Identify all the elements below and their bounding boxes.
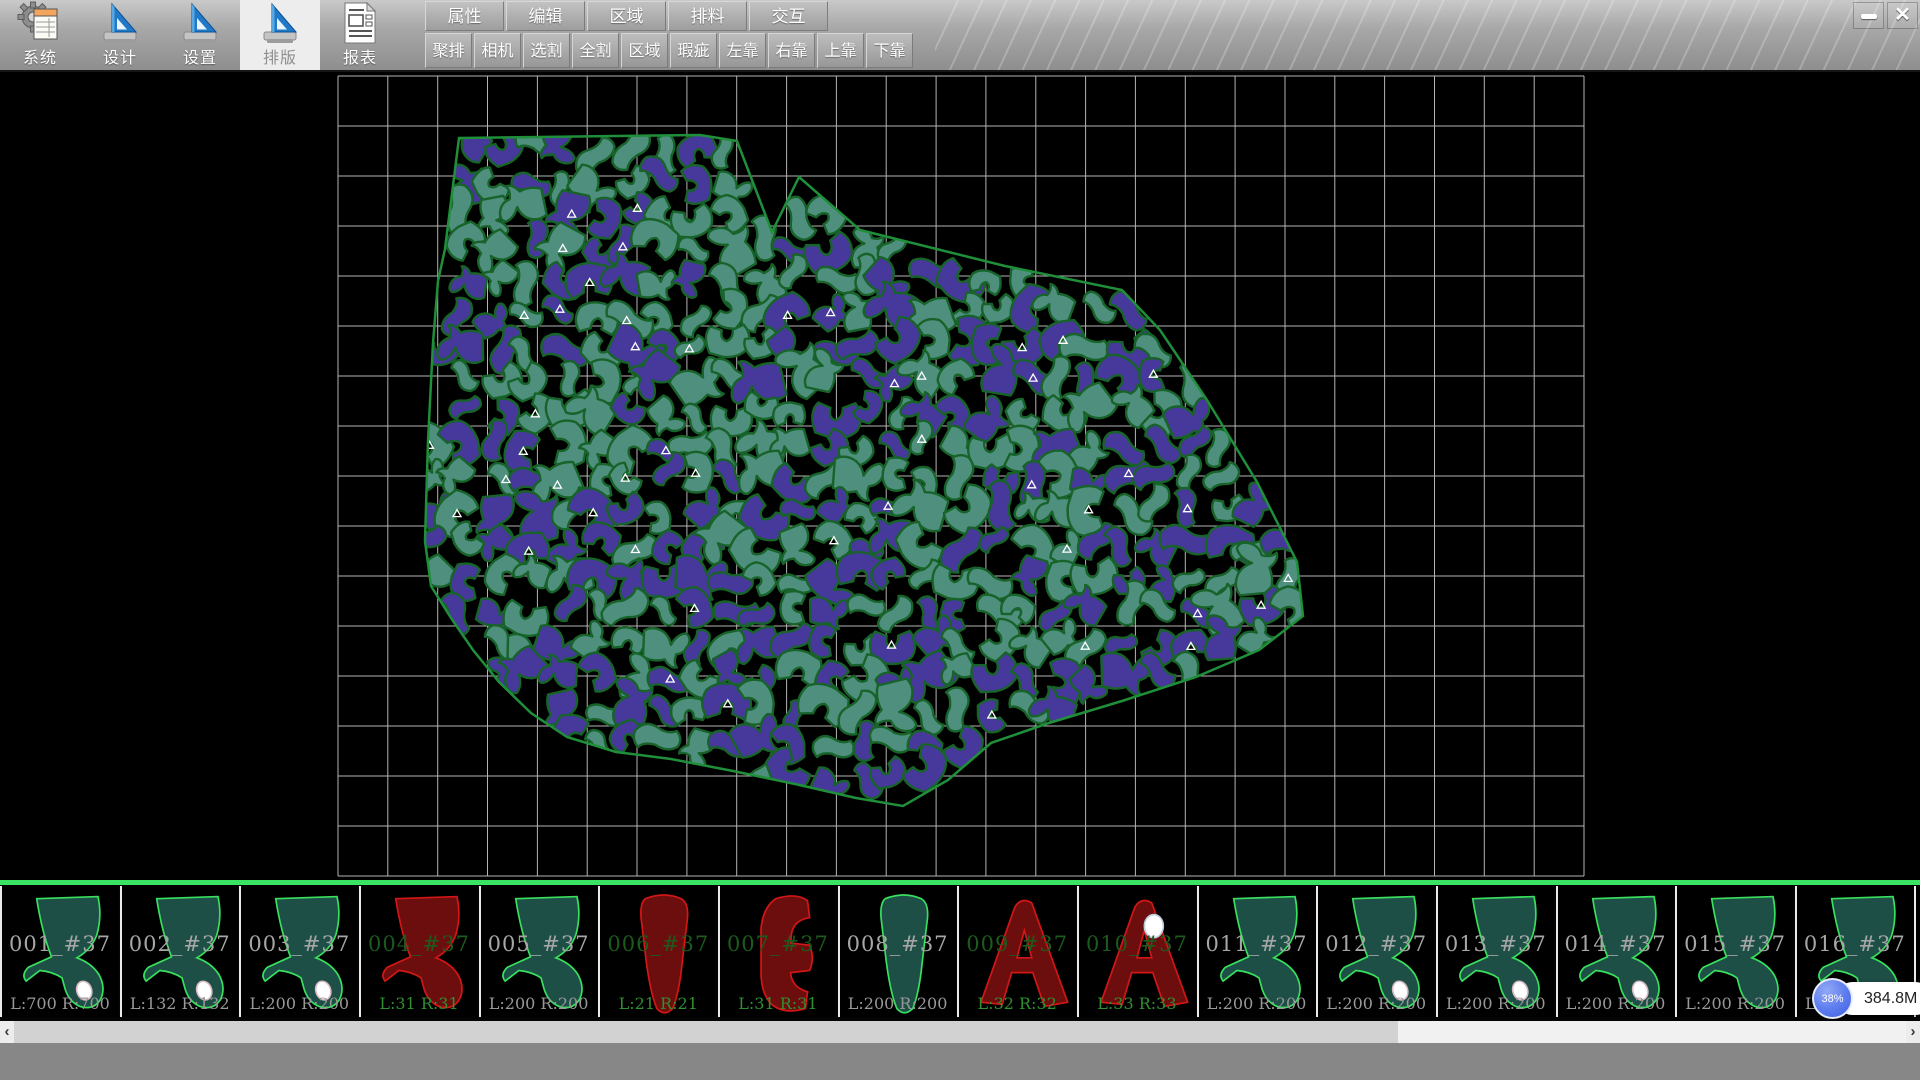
minimize-icon — [1861, 14, 1877, 19]
action-button-5[interactable]: 区域 — [621, 33, 668, 68]
piece-name: 012_#37 — [1318, 932, 1434, 956]
toolbar-hatch-texture — [935, 0, 1920, 70]
action-button-2[interactable]: 相机 — [474, 33, 521, 68]
menu-tab-4[interactable]: 排料 — [668, 1, 747, 31]
piece-name: 013_#37 — [1438, 932, 1554, 956]
menu-tab-1[interactable]: 属性 — [425, 1, 504, 31]
menu-tab-5[interactable]: 交互 — [749, 1, 828, 31]
canvas-svg — [0, 72, 1920, 880]
piece-tile-002_#37[interactable]: 002_#37 L:132 R:132 — [120, 886, 238, 1017]
piece-tile-001_#37[interactable]: 001_#37 L:700 R:700 — [0, 886, 118, 1017]
piece-count-info: L:200 R:200 — [241, 994, 357, 1013]
scroll-left-arrow-icon[interactable]: ‹ — [0, 1021, 14, 1043]
piece-tile-009_#37[interactable]: 009_#37 L:32 R:32 — [957, 886, 1075, 1017]
app-button-label: 报表 — [320, 44, 400, 68]
piece-name: 007_#37 — [720, 932, 836, 956]
app-button-label: 排版 — [240, 44, 320, 68]
piece-tile-003_#37[interactable]: 003_#37 L:200 R:200 — [239, 886, 357, 1017]
piece-name: 002_#37 — [122, 932, 238, 956]
scroll-right-arrow-icon[interactable]: › — [1906, 1021, 1920, 1043]
piece-tile-013_#37[interactable]: 013_#37 L:200 R:200 — [1436, 886, 1554, 1017]
piece-tile-007_#37[interactable]: 007_#37 L:31 R:31 — [718, 886, 836, 1017]
piece-count-info: L:132 R:132 — [122, 994, 238, 1013]
piece-tile-010_#37[interactable]: 010_#37 L:33 R:33 — [1077, 886, 1195, 1017]
piece-count-info: L:33 R:33 — [1079, 994, 1195, 1013]
action-button-7[interactable]: 左靠 — [719, 33, 766, 68]
action-button-9[interactable]: 上靠 — [817, 33, 864, 68]
progress-badge: 38% — [1812, 978, 1853, 1019]
action-button-4[interactable]: 全割 — [572, 33, 619, 68]
action-button-1[interactable]: 聚排 — [425, 33, 472, 68]
piece-name: 014_#37 — [1558, 932, 1674, 956]
piece-count-info: L:31 R:31 — [361, 994, 477, 1013]
piece-name: 001_#37 — [2, 932, 118, 956]
piece-name: 004_#37 — [361, 932, 477, 956]
app-button-1[interactable]: 系统 — [0, 0, 80, 70]
piece-tile-006_#37[interactable]: 006_#37 L:21 R:21 — [598, 886, 716, 1017]
app-button-label: 设置 — [160, 44, 240, 68]
piece-count-info: L:200 R:200 — [840, 994, 956, 1013]
piece-count-info: L:200 R:200 — [481, 994, 597, 1013]
piece-name: 005_#37 — [481, 932, 597, 956]
piece-tile-004_#37[interactable]: 004_#37 L:31 R:31 — [359, 886, 477, 1017]
piece-count-info: L:200 R:200 — [1558, 994, 1674, 1013]
piece-count-info: L:31 R:31 — [720, 994, 836, 1013]
menu-tab-row: 属性编辑区域排料交互 — [425, 1, 828, 31]
window-controls: ✕ — [1853, 2, 1918, 29]
piece-name: 011_#37 — [1199, 932, 1315, 956]
app-button-5[interactable]: 报表 — [320, 0, 400, 70]
piece-name: 008_#37 — [840, 932, 956, 956]
piece-tile-015_#37[interactable]: 015_#37 L:200 R:200 — [1675, 886, 1793, 1017]
memory-status-widget: 384.8M 38% — [1812, 978, 1920, 1022]
piece-name: 010_#37 — [1079, 932, 1195, 956]
menu-tab-3[interactable]: 区域 — [587, 1, 666, 31]
piece-count-info: L:200 R:200 — [1438, 994, 1554, 1013]
piece-tile-011_#37[interactable]: 011_#37 L:200 R:200 — [1197, 886, 1315, 1017]
piece-count-info: L:700 R:700 — [2, 994, 118, 1013]
scrollbar-thumb[interactable] — [14, 1021, 1398, 1043]
piece-tile-005_#37[interactable]: 005_#37 L:200 R:200 — [479, 886, 597, 1017]
app-button-3[interactable]: 设置 — [160, 0, 240, 70]
action-button-6[interactable]: 瑕疵 — [670, 33, 717, 68]
piece-name: 015_#37 — [1677, 932, 1793, 956]
close-button[interactable]: ✕ — [1887, 2, 1918, 29]
piece-name: 017_#37 — [1916, 932, 1920, 956]
minimize-button[interactable] — [1853, 2, 1884, 29]
app-button-label: 设计 — [80, 44, 160, 68]
piece-tile-014_#37[interactable]: 014_#37 L:200 R:200 — [1556, 886, 1674, 1017]
piece-count-info: L:200 R:200 — [1318, 994, 1434, 1013]
piece-name: 009_#37 — [959, 932, 1075, 956]
action-button-3[interactable]: 选割 — [523, 33, 570, 68]
app-button-label: 系统 — [0, 44, 80, 68]
piece-tile-012_#37[interactable]: 012_#37 L:200 R:200 — [1316, 886, 1434, 1017]
piece-name: 016_#37 — [1797, 932, 1913, 956]
app-button-4[interactable]: 排版 — [240, 0, 320, 70]
app-button-2[interactable]: 设计 — [80, 0, 160, 70]
piece-name: 003_#37 — [241, 932, 357, 956]
action-button-10[interactable]: 下靠 — [866, 33, 913, 68]
action-button-row: 聚排相机选割全割区域瑕疵左靠右靠上靠下靠 — [425, 33, 913, 68]
app-button-row: 系统设计设置排版报表 — [0, 0, 400, 70]
top-toolbar: 系统设计设置排版报表 属性编辑区域排料交互 聚排相机选割全割区域瑕疵左靠右靠上靠… — [0, 0, 1920, 72]
menu-tab-2[interactable]: 编辑 — [506, 1, 585, 31]
status-bar — [0, 1043, 1920, 1080]
pieces-thumbnail-strip: 001_#37L:700 R:700002_#37L:132 R:132003_… — [0, 885, 1920, 1021]
piece-count-info: L:32 R:32 — [959, 994, 1075, 1013]
nesting-canvas[interactable] — [0, 72, 1920, 880]
piece-count-info: L:21 R:21 — [600, 994, 716, 1013]
action-button-8[interactable]: 右靠 — [768, 33, 815, 68]
piece-count-info: L:200 R:200 — [1199, 994, 1315, 1013]
piece-count-info: L:200 R:200 — [1677, 994, 1793, 1013]
piece-tile-008_#37[interactable]: 008_#37 L:200 R:200 — [838, 886, 956, 1017]
horizontal-scrollbar[interactable]: ‹ › — [0, 1021, 1920, 1043]
piece-name: 006_#37 — [600, 932, 716, 956]
